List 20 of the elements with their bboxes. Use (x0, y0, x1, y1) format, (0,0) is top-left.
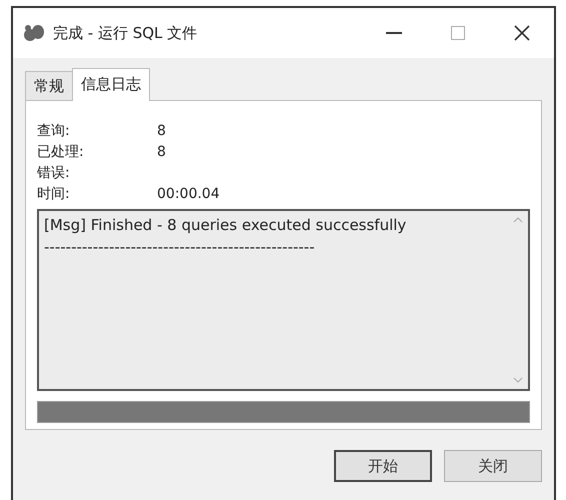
stat-label: 查询: (37, 122, 71, 141)
tab[interactable]: 信息日志 (72, 68, 150, 101)
stat-value: 8 (157, 143, 167, 162)
close-icon[interactable] (514, 25, 530, 41)
dialog-button[interactable]: 关闭 (444, 450, 542, 482)
stat-value: 00:00.04 (157, 185, 221, 204)
log-line: -------------------------------------------------- (44, 237, 316, 258)
stat-label: 时间: (37, 185, 71, 204)
maximize-icon[interactable] (451, 26, 465, 40)
tab[interactable]: 常规 (25, 71, 73, 100)
scroll-down-icon[interactable] (513, 377, 523, 383)
scroll-up-icon[interactable] (513, 217, 523, 223)
stat-value: 8 (157, 122, 167, 141)
minimize-icon[interactable] (386, 32, 402, 34)
window-title: 完成 - 运行 SQL 文件 (53, 24, 198, 42)
dialog-button[interactable]: 开始 (334, 450, 432, 482)
stat-label: 已处理: (37, 143, 85, 162)
app-icon (23, 24, 45, 42)
stat-label: 错误: (37, 164, 71, 183)
log-line: [Msg] Finished - 8 queries executed successfully (44, 215, 408, 236)
